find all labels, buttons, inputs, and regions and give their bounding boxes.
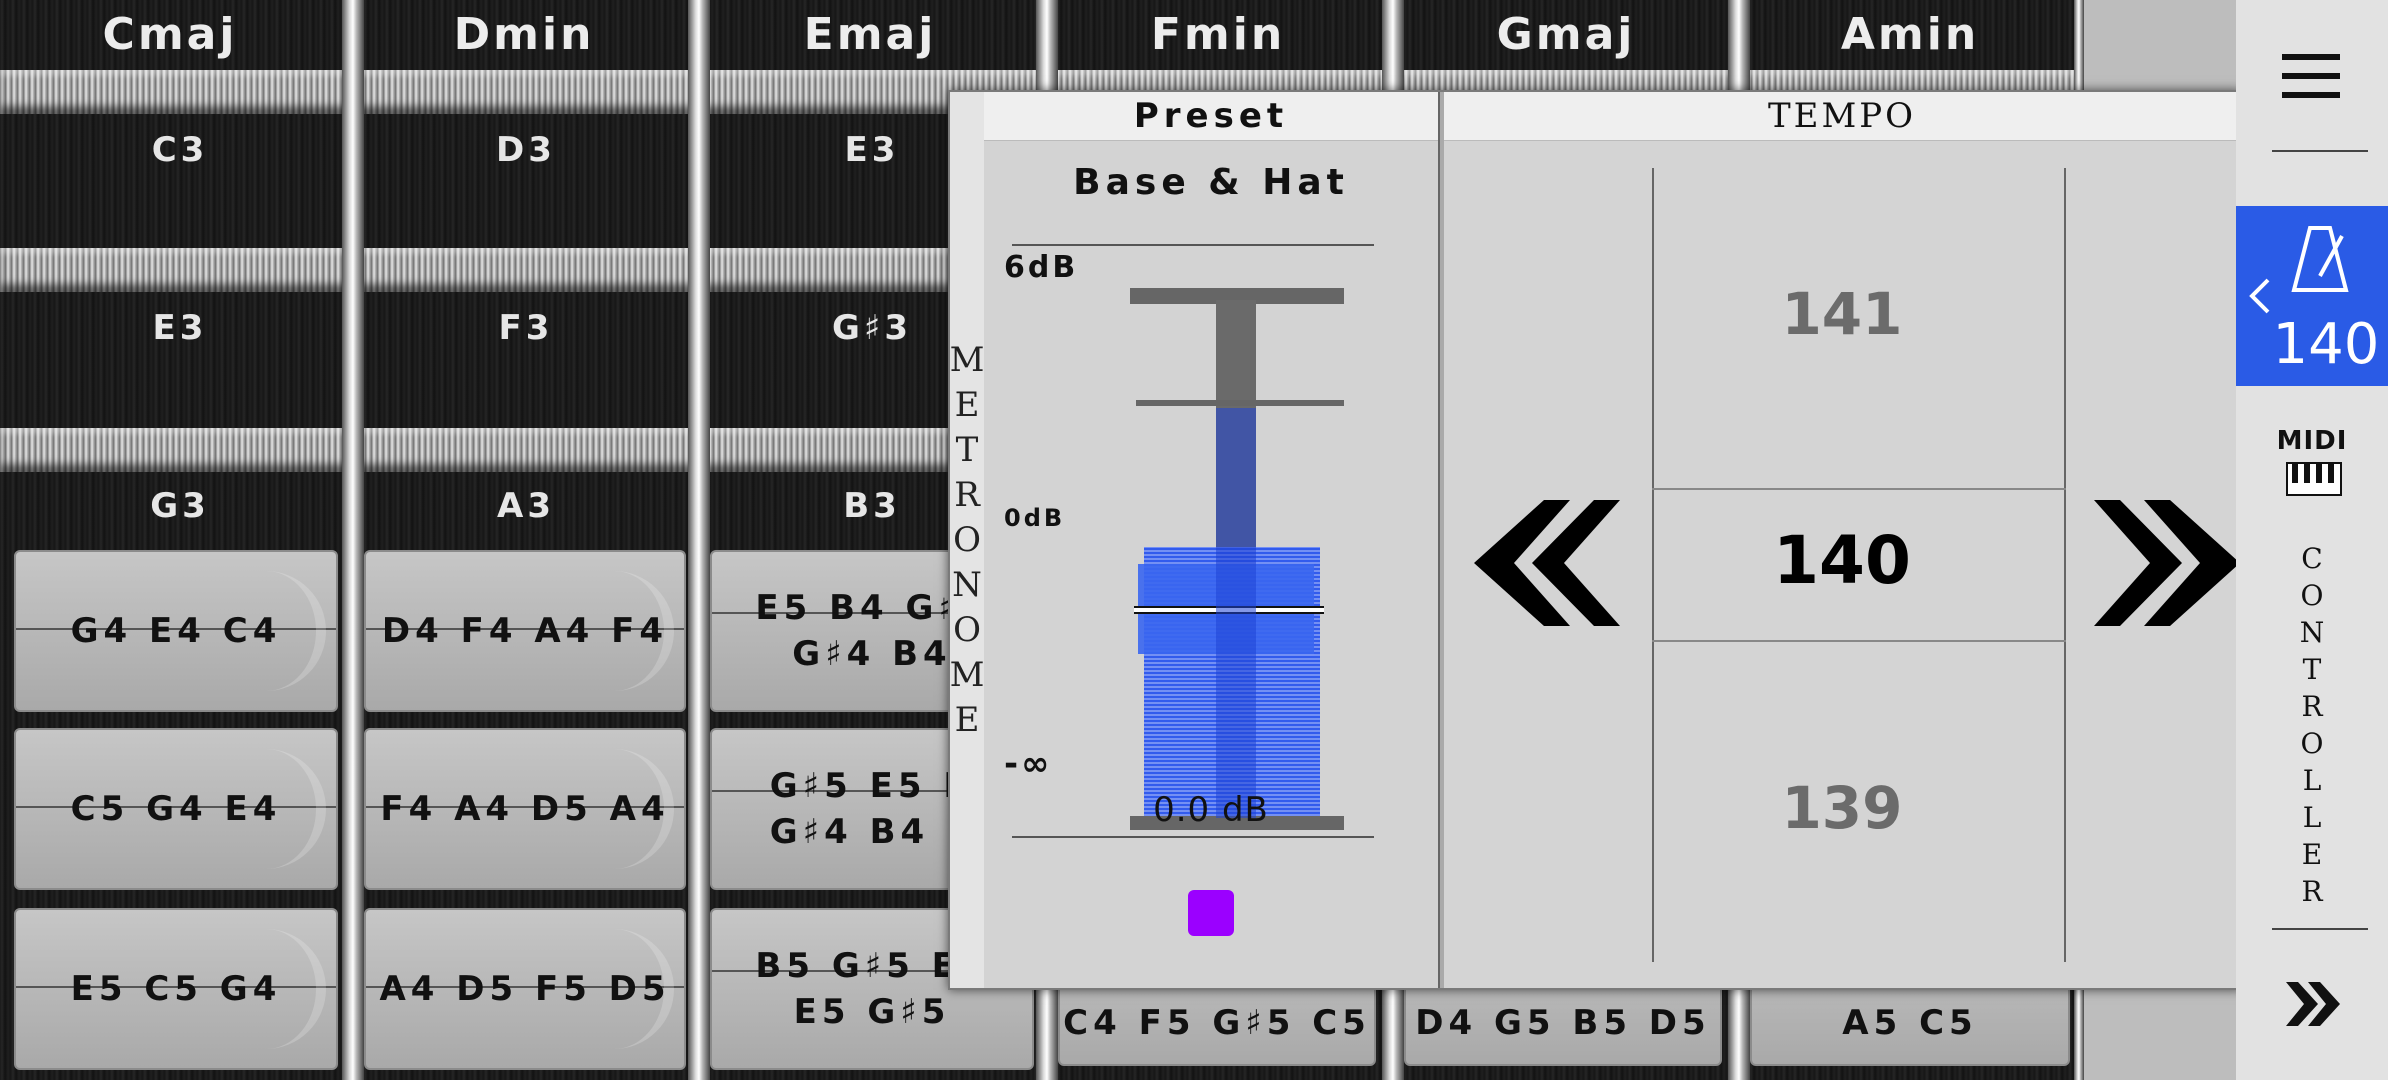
column-divider [342, 0, 364, 1080]
label-letter: M [949, 654, 985, 695]
label-letter: E [2301, 838, 2323, 871]
bass-cell[interactable]: D3 [366, 90, 686, 210]
chevron-left-icon [2249, 278, 2270, 314]
center-track-overlay [1216, 408, 1256, 818]
pad-notes: F4 A4 D5 A4 [380, 789, 670, 829]
chord-header-emaj[interactable]: Emaj [702, 0, 1038, 68]
tempo-row-line [1652, 488, 2066, 490]
pad-notes: A5 C5 [1842, 1003, 1978, 1043]
sidebar-separator [2272, 150, 2368, 152]
metronome-icon [2291, 226, 2349, 292]
label-letter: R [2301, 875, 2323, 908]
label-letter: M [949, 339, 985, 380]
chord-header-gmaj[interactable]: Gmaj [1398, 0, 1734, 68]
chord-pad[interactable]: A4 D5 F5 D5 [364, 908, 686, 1070]
chord-pad[interactable]: E5 C5 G4 [14, 908, 338, 1070]
chord-header-dmin[interactable]: Dmin [356, 0, 692, 68]
bass-cell[interactable]: C3 [20, 90, 340, 210]
chord-pad[interactable]: G4 E4 C4 [14, 550, 338, 712]
pad-notes: C4 F5 G♯5 C5 [1063, 1003, 1371, 1043]
pad-notes: G4 E4 C4 [70, 611, 282, 651]
bass-cell[interactable]: G3 [20, 446, 340, 566]
column-divider [688, 0, 710, 1080]
label-letter: O [2300, 727, 2324, 760]
double-chevron-right-icon[interactable] [2094, 500, 2240, 626]
chord-pad[interactable]: D4 F4 A4 F4 [364, 550, 686, 712]
label-letter: O [2300, 579, 2324, 612]
pad-notes: G♯4 B4 [792, 634, 952, 674]
db-min-label: -∞ [1004, 744, 1053, 784]
label-letter: E [954, 384, 980, 425]
chord-pad[interactable]: F4 A4 D5 A4 [364, 728, 686, 890]
label-letter: L [2302, 764, 2322, 797]
accent-color-button[interactable] [1188, 890, 1234, 936]
chord-header-amin[interactable]: Amin [1742, 0, 2078, 68]
preset-header: Preset [984, 92, 1438, 141]
divider-line [1012, 244, 1374, 246]
pad-notes: E5 G♯5 [793, 992, 951, 1032]
preset-panel: Preset Base & Hat 6dB 0dB -∞ 0.0 dB [984, 92, 1438, 988]
metronome-vertical-label: M E T R O N O M E [950, 92, 984, 988]
tempo-panel: TEMPO 141 140 139 [1444, 92, 2240, 988]
label-letter: R [954, 474, 980, 515]
db-value: 0.0 dB [1153, 790, 1269, 830]
pad-notes: A4 D5 F5 D5 [379, 969, 671, 1009]
pad-notes: D4 G5 B5 D5 [1415, 1003, 1711, 1043]
divider-line [1012, 836, 1374, 838]
piano-keys-icon [2286, 462, 2342, 496]
label-letter: R [2301, 690, 2323, 723]
label-letter: T [2302, 653, 2322, 686]
tempo-header: TEMPO [1444, 92, 2240, 141]
pad-notes: E5 C5 G4 [70, 969, 282, 1009]
double-chevron-right-icon[interactable] [2286, 982, 2340, 1026]
db-max-label: 6dB [1004, 250, 1079, 285]
tempo-value-above[interactable]: 141 [1444, 280, 2240, 348]
db-mid-label: 0dB [1004, 504, 1066, 532]
tempo-value-below[interactable]: 139 [1444, 774, 2240, 842]
pad-notes: G♯5 E5 B [769, 766, 975, 806]
chord-header-cmaj[interactable]: Cmaj [0, 0, 340, 68]
chord-pad[interactable]: C5 G4 E4 [14, 728, 338, 890]
metronome-tempo-button[interactable]: 140 [2236, 206, 2388, 386]
label-letter: E [954, 699, 980, 740]
bass-cell[interactable]: E3 [20, 268, 340, 388]
right-sidebar: 140 MIDI C O N T R O L L E R [2236, 0, 2388, 1080]
double-chevron-left-icon[interactable] [1474, 500, 1620, 626]
label-letter: T [955, 429, 979, 470]
sidebar-tempo-value: 140 [2272, 312, 2380, 377]
level-meter [1130, 408, 1344, 830]
label-letter: N [2299, 616, 2325, 649]
label-letter: O [953, 519, 981, 560]
preset-name[interactable]: Base & Hat [984, 162, 1438, 203]
label-letter: C [2301, 542, 2323, 575]
sidebar-separator [2272, 928, 2368, 930]
bass-cell[interactable]: A3 [366, 446, 686, 566]
label-letter: N [952, 564, 982, 605]
pad-notes: G♯4 B4 E [769, 812, 975, 852]
pad-notes: D4 F4 A4 F4 [381, 611, 669, 651]
controller-vertical-label[interactable]: C O N T R O L L E R [2236, 540, 2388, 910]
metronome-popup: M E T R O N O M E Preset Base & Hat 6dB … [948, 90, 2242, 990]
chord-header-fmin[interactable]: Fmin [1050, 0, 1386, 68]
hamburger-menu-icon[interactable] [2282, 54, 2340, 98]
tempo-row-line [1652, 640, 2066, 642]
midi-icon[interactable]: MIDI [2276, 426, 2348, 502]
pad-notes: C5 G4 E4 [70, 789, 282, 829]
label-letter: O [953, 609, 981, 650]
bass-cell[interactable]: F3 [366, 268, 686, 388]
midi-label: MIDI [2276, 426, 2348, 456]
label-letter: L [2302, 801, 2322, 834]
